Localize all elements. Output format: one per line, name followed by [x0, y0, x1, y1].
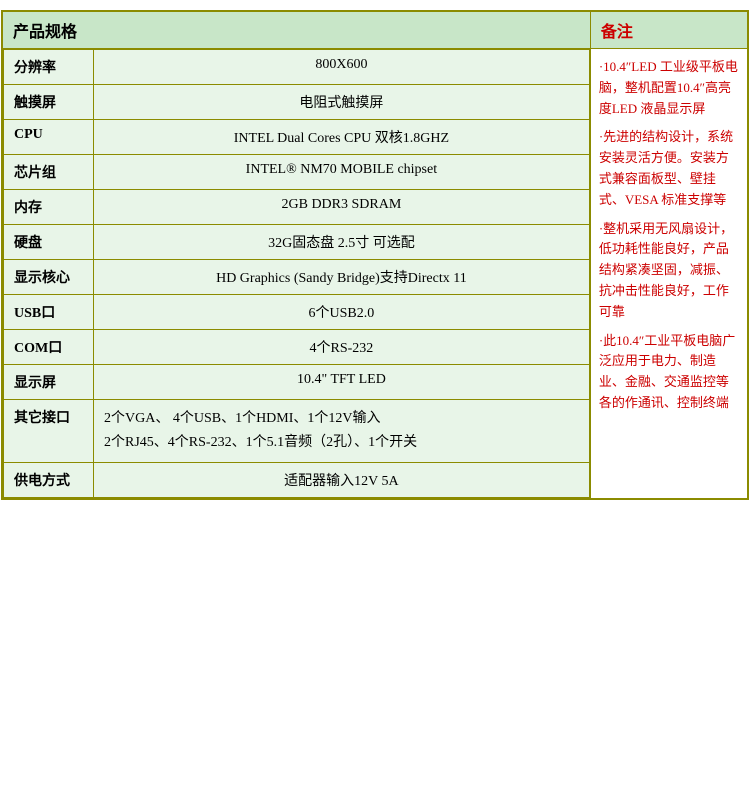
note-item-3: ·此10.4″工业平板电脑广泛应用于电力、制造业、金融、交通监控等各的作通讯、控…: [599, 331, 739, 414]
table-row: USB口6个USB2.0: [4, 295, 590, 330]
spec-label-6: 显示核心: [4, 260, 94, 295]
spec-value-4: 2GB DDR3 SDRAM: [94, 190, 590, 225]
spec-value-3: INTEL® NM70 MOBILE chipset: [94, 155, 590, 190]
table-row: 其它接口2个VGA、 4个USB、1个HDMI、1个12V输入2个RJ45、4个…: [4, 400, 590, 463]
specs-section: 分辨率800X600触摸屏电阻式触摸屏CPUINTEL Dual Cores C…: [2, 49, 590, 499]
spec-label-0: 分辨率: [4, 50, 94, 85]
note-item-1: ·先进的结构设计，系统安装灵活方便。安装方式兼容面板型、壁挂式、VESA 标准支…: [599, 127, 739, 210]
spec-value-0: 800X600: [94, 50, 590, 85]
table-row: COM口4个RS-232: [4, 330, 590, 365]
table-row: 芯片组INTEL® NM70 MOBILE chipset: [4, 155, 590, 190]
product-spec-table: 产品规格 备注 分辨率800X600触摸屏电阻式触摸屏CPUINTEL Dual…: [1, 10, 749, 500]
header-right: 备注: [590, 11, 748, 49]
spec-label-8: COM口: [4, 330, 94, 365]
table-header-row: 产品规格 备注: [2, 11, 748, 49]
spec-label-5: 硬盘: [4, 225, 94, 260]
table-row: 显示屏10.4" TFT LED: [4, 365, 590, 400]
spec-label-3: 芯片组: [4, 155, 94, 190]
spec-value-1: 电阻式触摸屏: [94, 85, 590, 120]
spec-label-4: 内存: [4, 190, 94, 225]
table-row: CPUINTEL Dual Cores CPU 双核1.8GHZ: [4, 120, 590, 155]
spec-value-8: 4个RS-232: [94, 330, 590, 365]
spec-label-10: 其它接口: [4, 400, 94, 463]
spec-value-7: 6个USB2.0: [94, 295, 590, 330]
notes-section: ·10.4″LED 工业级平板电脑，整机配置10.4″高亮度LED 液晶显示屏 ·…: [590, 49, 748, 499]
spec-value-2: INTEL Dual Cores CPU 双核1.8GHZ: [94, 120, 590, 155]
spec-value-11: 适配器输入12V 5A: [94, 462, 590, 497]
spec-value-10: 2个VGA、 4个USB、1个HDMI、1个12V输入2个RJ45、4个RS-2…: [94, 400, 590, 463]
spec-label-9: 显示屏: [4, 365, 94, 400]
spec-label-7: USB口: [4, 295, 94, 330]
note-item-2: ·整机采用无风扇设计，低功耗性能良好，产品结构紧凑坚固，减振、抗冲击性能良好，工…: [599, 219, 739, 323]
inner-spec-table: 分辨率800X600触摸屏电阻式触摸屏CPUINTEL Dual Cores C…: [3, 49, 590, 498]
spec-value-9: 10.4" TFT LED: [94, 365, 590, 400]
note-item-0: ·10.4″LED 工业级平板电脑，整机配置10.4″高亮度LED 液晶显示屏: [599, 57, 739, 119]
table-row: 供电方式适配器输入12V 5A: [4, 462, 590, 497]
spec-value-5: 32G固态盘 2.5寸 可选配: [94, 225, 590, 260]
table-row: 触摸屏电阻式触摸屏: [4, 85, 590, 120]
header-left: 产品规格: [2, 11, 590, 49]
table-row: 分辨率800X600: [4, 50, 590, 85]
spec-label-1: 触摸屏: [4, 85, 94, 120]
spec-value-6: HD Graphics (Sandy Bridge)支持Directx 11: [94, 260, 590, 295]
table-row: 显示核心HD Graphics (Sandy Bridge)支持Directx …: [4, 260, 590, 295]
spec-label-11: 供电方式: [4, 462, 94, 497]
spec-label-2: CPU: [4, 120, 94, 155]
table-row: 硬盘32G固态盘 2.5寸 可选配: [4, 225, 590, 260]
main-content-row: 分辨率800X600触摸屏电阻式触摸屏CPUINTEL Dual Cores C…: [2, 49, 748, 499]
table-row: 内存2GB DDR3 SDRAM: [4, 190, 590, 225]
